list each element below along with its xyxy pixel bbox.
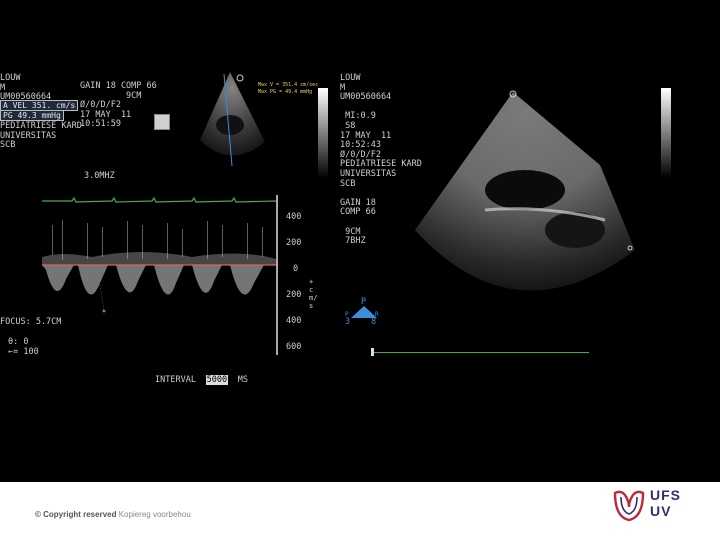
mini-readout: Max V = 351.4 cm/sec Max PG = 49.4 mmHg	[258, 82, 319, 95]
parasternal-sector-image	[415, 90, 635, 291]
focus-label: FOCUS: 5.7CM	[0, 317, 62, 327]
interval-value[interactable]: 5000	[205, 375, 229, 385]
left-atrium	[485, 170, 565, 210]
cine-timeline[interactable]	[373, 352, 589, 353]
scan-settings-left: GAIN 18 COMP 66 9CM Ø/0/D/F2 17 MAY 11 1…	[80, 81, 157, 130]
gradient-measurement: PG 49.3 mmHg	[0, 110, 64, 121]
velocity-axis	[276, 195, 278, 355]
view-toggle-button[interactable]	[154, 114, 170, 130]
logo-line-1: UFS	[650, 487, 681, 503]
slide: LOUW M UM00560664 MI:0.9 S8 PEDIATRIESE …	[0, 0, 720, 540]
frequency-label: 3.0MHZ	[84, 171, 115, 181]
grayscale-bar-right	[661, 88, 671, 178]
orientation-top-label: P	[361, 297, 367, 307]
velocity-tick-label: 600	[286, 342, 302, 352]
copyright-notice: © Copyright reserved Kopiereg voorbehou	[35, 510, 191, 519]
cine-slider-handle[interactable]	[371, 348, 374, 356]
copyright-bold: © Copyright reserved	[35, 510, 117, 519]
doppler-panel: LOUW M UM00560664 MI:0.9 S8 PEDIATRIESE …	[0, 70, 330, 390]
orientation-right-number: 8	[371, 317, 377, 327]
interval-readout: INTERVAL 5000 MS	[155, 367, 248, 386]
orientation-marker-icon	[236, 74, 244, 82]
copyright-rest: Kopiereg voorbehou	[116, 510, 191, 519]
interval-label: INTERVAL	[155, 375, 196, 385]
footer: © Copyright reserved Kopiereg voorbehou …	[0, 482, 720, 540]
doppler-spectrum	[42, 195, 276, 320]
velocity-unit-label: + cm/s	[309, 278, 318, 310]
interval-unit: MS	[237, 375, 248, 385]
velocity-tick-label: 200	[286, 290, 302, 300]
grayscale-bar-left	[318, 88, 328, 178]
velocity-tick-label: 400	[286, 212, 302, 222]
ufs-logo-icon	[613, 490, 645, 522]
velocity-tick-label: 200	[286, 238, 302, 248]
angle-correction: θ: 0 ←= 100	[8, 337, 39, 357]
logo-line-2: UV	[650, 503, 672, 519]
velocity-tick-label: 0	[293, 264, 299, 274]
orientation-left-number: 3	[345, 317, 351, 327]
velocity-tick-label: 400	[286, 316, 302, 326]
